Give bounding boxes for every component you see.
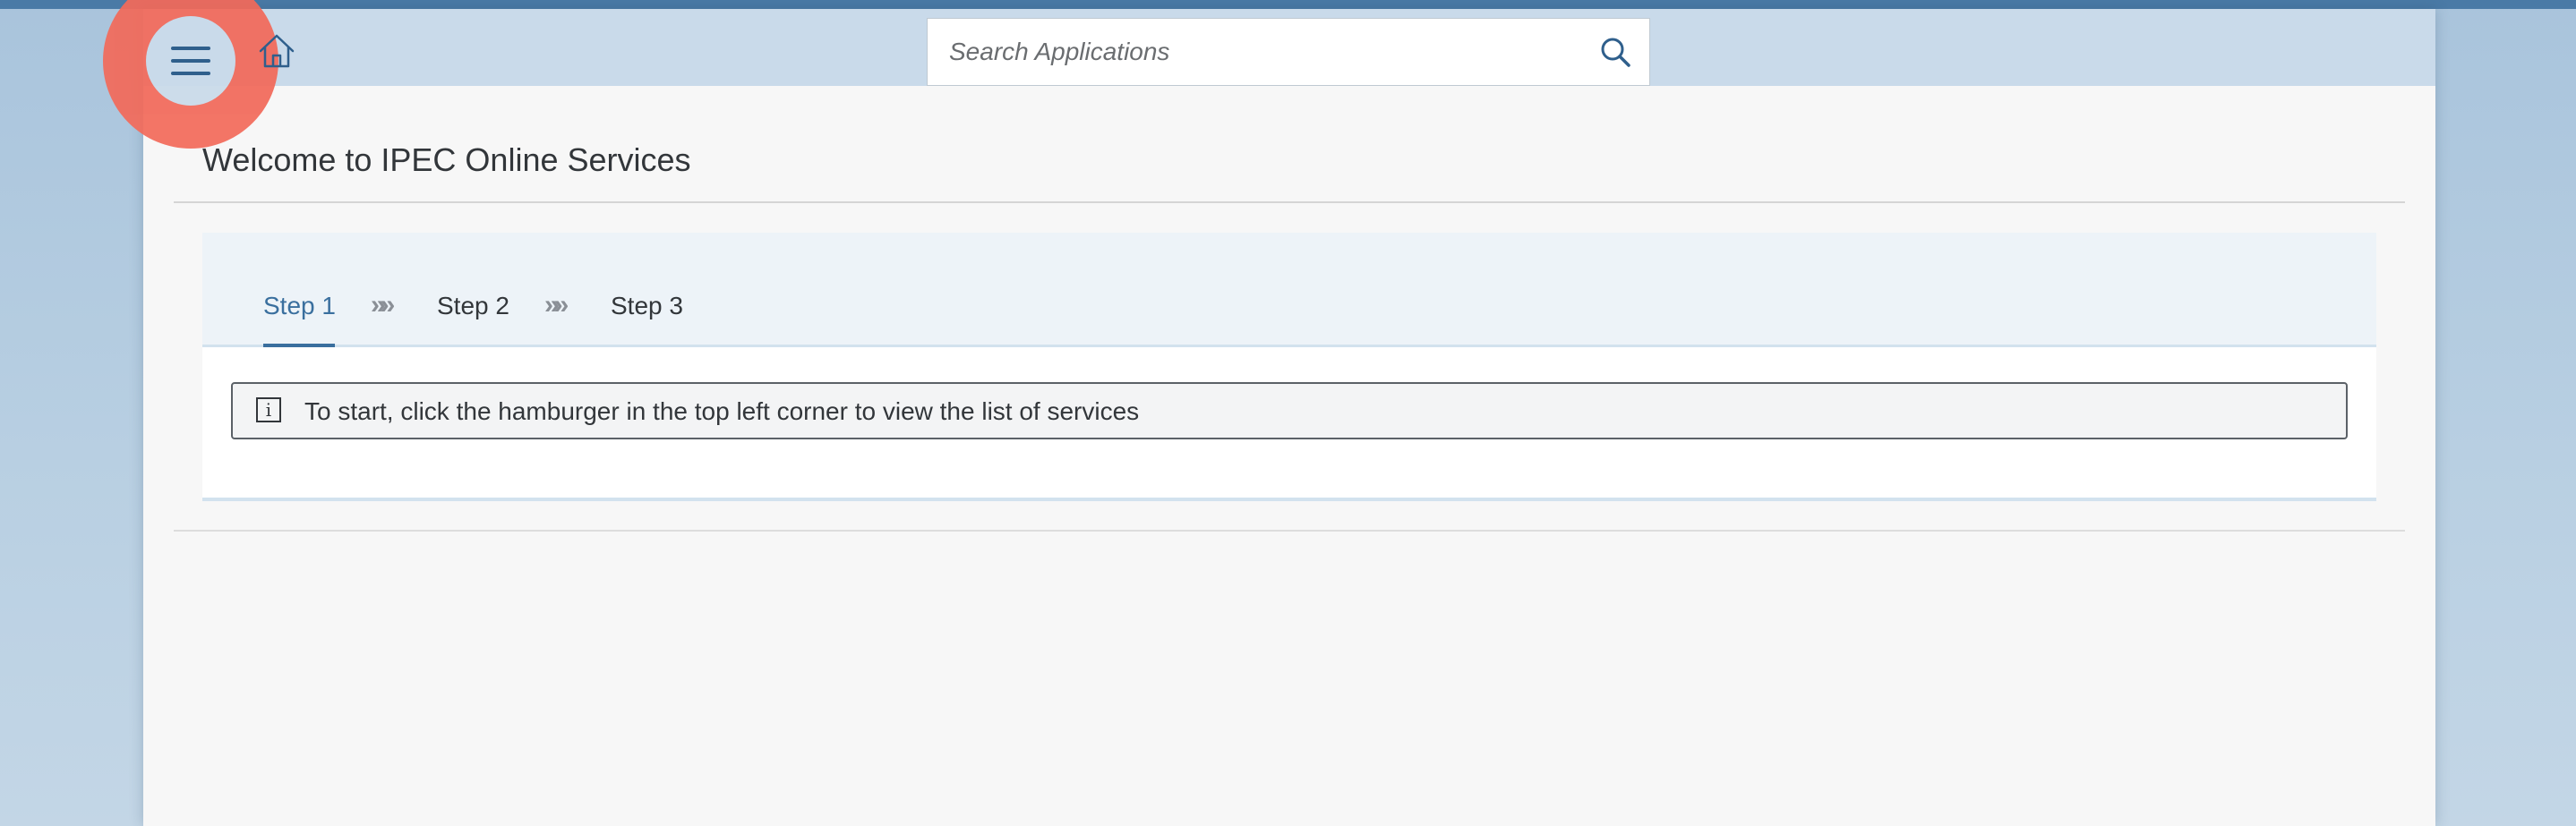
hamburger-menu-icon (171, 47, 210, 75)
search-input[interactable] (928, 19, 1590, 85)
hamburger-menu-button[interactable] (146, 16, 235, 106)
info-icon: i (256, 397, 281, 422)
active-step-indicator (263, 344, 335, 347)
wizard-panel: Step 1 »» Step 2 »» Step 3 i To start, c… (202, 233, 2376, 501)
wizard-step-1[interactable]: Step 1 (263, 292, 336, 320)
step-separator-icon: »» (371, 290, 395, 319)
browser-top-strip (0, 0, 2576, 9)
wizard-step-nav: Step 1 »» Step 2 »» Step 3 (202, 233, 2376, 347)
search-button[interactable] (1597, 34, 1633, 70)
info-message-text: To start, click the hamburger in the top… (304, 397, 1140, 425)
page-title: Welcome to IPEC Online Services (202, 141, 691, 178)
wizard-step-2[interactable]: Step 2 (437, 292, 509, 320)
search-field (927, 18, 1650, 86)
shell-header (103, 0, 2435, 149)
section-divider (174, 530, 2405, 532)
search-icon (1601, 38, 1630, 67)
step-separator-icon: »» (544, 290, 569, 319)
title-divider (174, 201, 2405, 203)
info-message-strip: i To start, click the hamburger in the t… (231, 382, 2348, 439)
wizard-bottom-border (202, 498, 2376, 501)
home-button[interactable] (254, 29, 299, 73)
wizard-step-3[interactable]: Step 3 (611, 292, 683, 320)
app-shell: Welcome to IPEC Online Services Step 1 »… (103, 0, 2435, 826)
home-icon (259, 34, 295, 68)
